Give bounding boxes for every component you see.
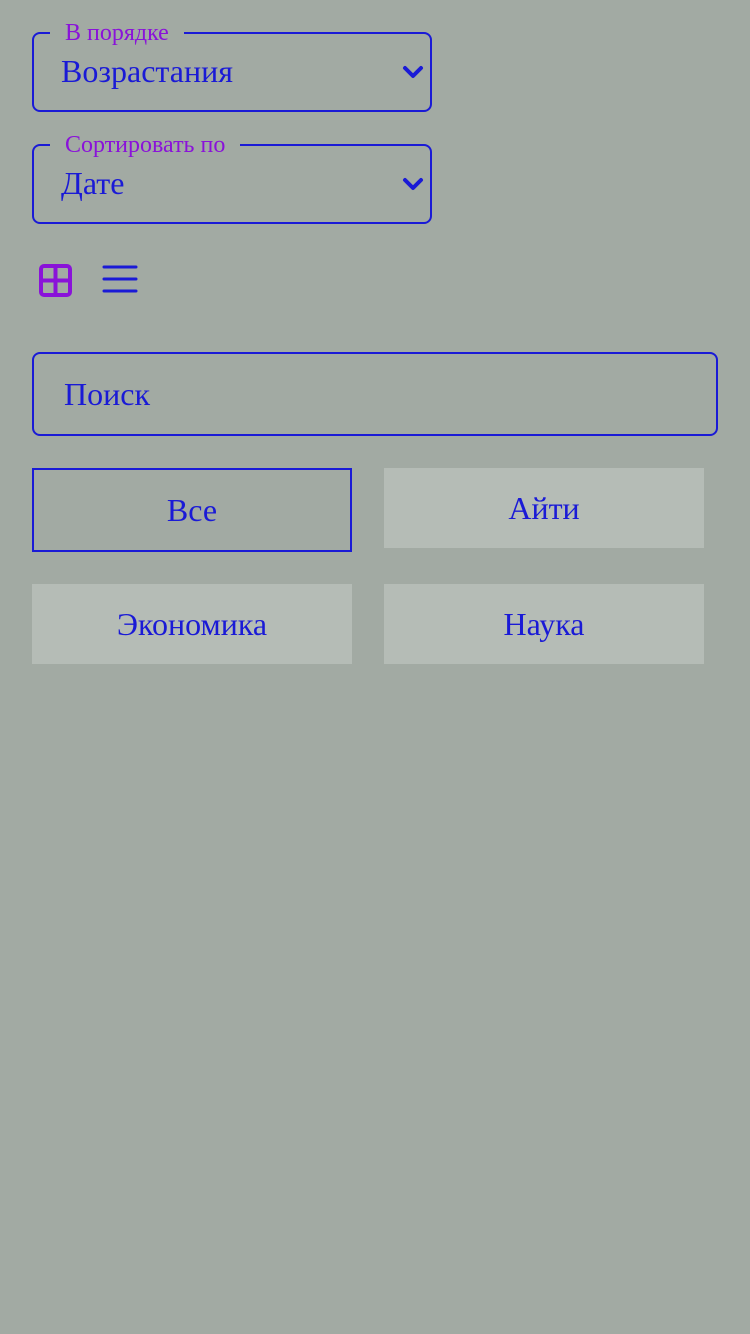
chevron-down-icon <box>403 178 423 190</box>
order-select[interactable]: В порядке Возрастания <box>32 18 432 112</box>
order-select-value: Возрастания <box>61 53 233 89</box>
filter-economy-label: Экономика <box>116 605 268 642</box>
list-view-icon <box>102 265 138 293</box>
grid-view-button[interactable] <box>37 262 75 300</box>
search-input[interactable]: Поиск <box>32 352 718 436</box>
grid-view-icon <box>39 264 72 297</box>
sort-select[interactable]: Сортировать по Дате <box>32 130 432 224</box>
filter-it-button[interactable]: Айти <box>384 468 704 548</box>
filter-all-label: Все <box>166 491 218 528</box>
sort-select-value: Дате <box>61 165 125 201</box>
search-placeholder: Поиск <box>64 376 150 412</box>
filter-science-button[interactable]: Наука <box>384 584 704 664</box>
chevron-down-icon <box>403 66 423 78</box>
filter-it-label: Айти <box>508 489 580 526</box>
sort-select-label: Сортировать по <box>50 130 241 160</box>
filter-science-label: Наука <box>503 605 585 642</box>
list-view-button[interactable] <box>101 262 139 300</box>
order-select-label: В порядке <box>50 18 184 48</box>
filter-all-button[interactable]: Все <box>32 468 352 552</box>
filter-economy-button[interactable]: Экономика <box>32 584 352 664</box>
